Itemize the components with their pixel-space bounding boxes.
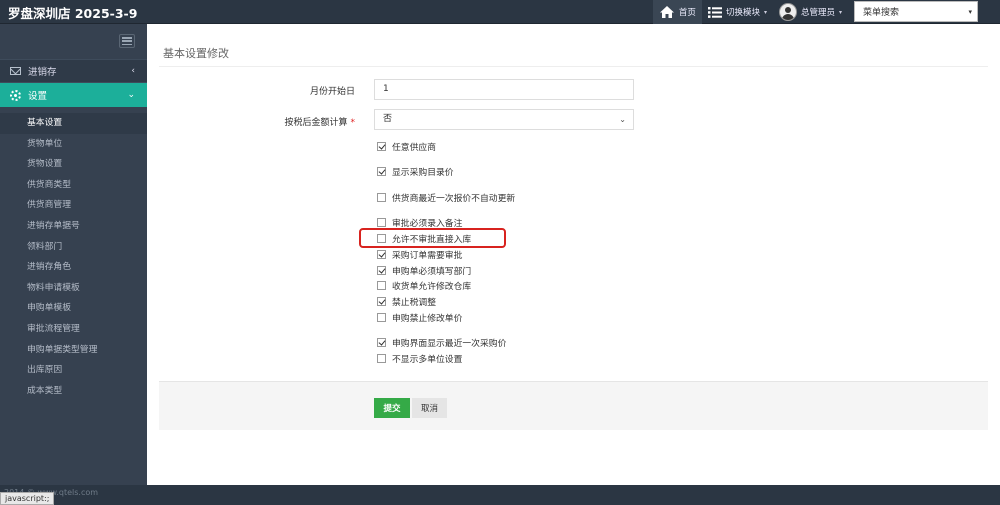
option-row[interactable]: 显示采购目录价 (377, 165, 454, 178)
sidebar-item-label: 设置 (28, 91, 48, 102)
submenu-item[interactable]: 物料申请模板 (0, 278, 147, 299)
switch-module-label: 切换模块 (725, 8, 760, 18)
option-row[interactable]: 不显示多单位设置 (377, 352, 463, 365)
after-tax-select[interactable]: 否 ⌄ (374, 109, 634, 130)
page-title: 基本设置修改 (163, 47, 229, 60)
checkbox[interactable] (377, 249, 386, 259)
month-start-input[interactable]: 1 (374, 79, 634, 100)
chevron-down-icon: ▾ (763, 8, 767, 16)
submenu-item[interactable]: 审批流程管理 (0, 319, 147, 340)
checkbox[interactable] (377, 312, 386, 322)
submenu-item[interactable]: 申购单模板 (0, 298, 147, 319)
option-label: 显示采购目录价 (392, 167, 454, 178)
option-label: 任意供应商 (392, 142, 436, 153)
after-tax-value: 否 (383, 114, 393, 124)
checkbox[interactable] (377, 353, 386, 363)
option-row[interactable]: 供货商最近一次报价不自动更新 (377, 191, 516, 204)
user-label: 总管理员 (800, 8, 835, 18)
sidebar: 进销存 ‹ 设置 ⌄ 基本设置 货物单位 货物设置 供货商类型 供货商管理 进销… (0, 24, 154, 485)
submenu-item[interactable]: 供货商管理 (0, 195, 147, 216)
top-nav: 首页 切换模块 ▾ 总管理员 ▾ 菜单搜索 ▾ (652, 0, 1000, 24)
option-row[interactable]: 申购禁止修改单价 (377, 311, 463, 324)
month-start-label: 月份开始日 (309, 87, 355, 97)
option-row[interactable]: 收货单允许修改仓库 (377, 279, 472, 292)
switch-module-dropdown[interactable]: 切换模块 ▾ (702, 0, 773, 24)
option-label: 供货商最近一次报价不自动更新 (392, 193, 516, 204)
highlight-annotation (359, 228, 506, 248)
after-tax-label: 按税后金额计算 (284, 118, 348, 128)
home-icon (659, 6, 674, 18)
top-bar: 罗盘深圳店 2025-3-9 首页 切换模块 ▾ 总管理员 ▾ 菜单搜索 ▾ (0, 0, 1000, 24)
checkbox[interactable] (377, 337, 386, 347)
option-label: 申购界面显示最近一次采购价 (392, 338, 507, 349)
checkbox[interactable] (377, 166, 386, 176)
option-row[interactable]: 审批必须录入备注 (377, 216, 463, 229)
submenu-item[interactable]: 货物单位 (0, 134, 147, 155)
submenu-item[interactable]: 出库原因 (0, 360, 147, 381)
option-row[interactable]: 任意供应商 (377, 140, 436, 153)
submenu-item[interactable]: 基本设置 (0, 113, 147, 134)
submenu-item[interactable]: 货物设置 (0, 154, 147, 175)
home-label: 首页 (678, 8, 696, 18)
checkbox[interactable] (377, 296, 386, 306)
gear-icon (10, 89, 21, 101)
option-label: 不显示多单位设置 (392, 354, 463, 365)
option-label: 采购订单需要审批 (392, 250, 463, 261)
submenu-item[interactable]: 供货商类型 (0, 175, 147, 196)
sidebar-item-label: 进销存 (28, 67, 57, 78)
form-actions: 提交 取消 (159, 381, 988, 430)
envelope-icon (10, 67, 21, 75)
chevron-left-icon: ‹ (131, 66, 135, 76)
submenu-item[interactable]: 领料部门 (0, 237, 147, 258)
menu-search-select[interactable]: 菜单搜索 ▾ (854, 1, 978, 22)
sidebar-item-inventory[interactable]: 进销存 ‹ (0, 59, 147, 83)
cancel-button[interactable]: 取消 (412, 398, 447, 418)
sidebar-toggle-icon[interactable] (119, 34, 135, 48)
option-label: 禁止税调整 (392, 297, 436, 308)
menu-search-value: 菜单搜索 (863, 8, 900, 18)
main-content: 基本设置修改 月份开始日 1 按税后金额计算 * 否 ⌄ 任意供应商 显示采购目录… (147, 24, 1000, 485)
submenu-item[interactable]: 成本类型 (0, 381, 147, 402)
after-tax-label-wrap: 按税后金额计算 * (284, 115, 355, 128)
bottom-bar (0, 485, 1000, 505)
option-label: 审批必须录入备注 (392, 218, 463, 229)
status-url: javascript:; (0, 492, 55, 505)
option-label: 申购单必须填写部门 (392, 266, 472, 277)
month-start-value: 1 (383, 84, 389, 94)
checkbox[interactable] (377, 280, 386, 290)
option-row[interactable]: 申购单必须填写部门 (377, 264, 472, 277)
avatar-icon (778, 3, 797, 21)
caret-down-icon: ▾ (968, 7, 972, 16)
label-wrap: 按税后金额计算 * (147, 115, 355, 128)
required-asterisk: * (350, 118, 356, 128)
option-row[interactable]: 采购订单需要审批 (377, 248, 463, 261)
submenu-item[interactable]: 进销存角色 (0, 257, 147, 278)
submenu-item[interactable]: 进销存单据号 (0, 216, 147, 237)
option-label: 收货单允许修改仓库 (392, 281, 472, 292)
label-wrap: 月份开始日 (147, 84, 355, 97)
chevron-down-icon: ⌄ (619, 115, 626, 124)
submit-button[interactable]: 提交 (374, 398, 410, 418)
option-row[interactable]: 禁止税调整 (377, 295, 436, 308)
checkbox[interactable] (377, 265, 386, 275)
option-row[interactable]: 申购界面显示最近一次采购价 (377, 336, 507, 349)
checkbox[interactable] (377, 141, 386, 151)
chevron-down-icon: ⌄ (127, 90, 135, 100)
option-label: 申购禁止修改单价 (392, 313, 463, 324)
home-link[interactable]: 首页 (652, 0, 702, 24)
settings-submenu: 基本设置 货物单位 货物设置 供货商类型 供货商管理 进销存单据号 领料部门 进… (0, 113, 147, 401)
user-menu[interactable]: 总管理员 ▾ (773, 0, 848, 24)
checkbox[interactable] (377, 192, 386, 202)
sidebar-item-settings[interactable]: 设置 ⌄ (0, 83, 154, 107)
checkbox[interactable] (377, 217, 386, 227)
submenu-item[interactable]: 申购单据类型管理 (0, 340, 147, 361)
list-icon (707, 6, 722, 18)
divider (159, 66, 988, 67)
chevron-down-icon: ▾ (838, 8, 842, 16)
brand-title[interactable]: 罗盘深圳店 2025-3-9 (8, 3, 137, 22)
